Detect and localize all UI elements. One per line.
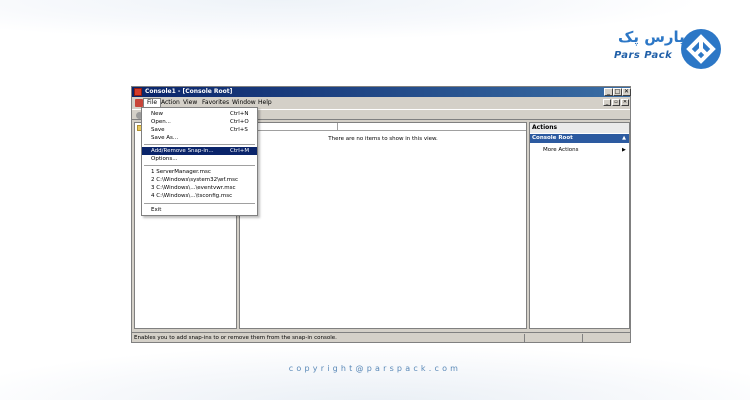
menu-item-label: New <box>151 111 163 117</box>
more-actions-item[interactable]: More Actions <box>543 147 578 153</box>
status-bar: Enables you to add snap-ins to or remove… <box>132 332 630 342</box>
empty-message: There are no items to show in this view. <box>328 136 438 142</box>
mdi-restore-button[interactable]: ▫ <box>612 99 620 106</box>
menu-item-recent-1[interactable]: 1 ServerManager.msc <box>142 168 257 176</box>
copyright-text: copyright@parspack.com <box>288 364 462 373</box>
brand-logo-icon <box>681 29 721 69</box>
menu-item-label: Options... <box>151 156 178 162</box>
maximize-button[interactable]: □ <box>613 88 622 96</box>
column-divider[interactable] <box>337 123 338 131</box>
menu-item-recent-2[interactable]: 2 C:\Windows\system32\wf.msc <box>142 176 257 184</box>
actions-title: Actions <box>530 123 629 133</box>
menu-item-exit[interactable]: Exit <box>142 206 257 214</box>
menu-item-label: Save <box>151 127 165 133</box>
menu-item-label: Open... <box>151 119 171 125</box>
window-title: Console1 - [Console Root] <box>145 88 233 95</box>
menu-separator <box>144 165 255 166</box>
menu-item-label: 1 ServerManager.msc <box>151 169 211 175</box>
menu-item-options[interactable]: Options... <box>142 155 257 163</box>
menu-separator <box>144 203 255 204</box>
menu-item-shortcut: Ctrl+O <box>230 119 249 125</box>
column-header[interactable] <box>240 123 526 131</box>
menu-item-label: 3 C:\Windows\...\eventvwr.msc <box>151 185 236 191</box>
menu-item-label: Exit <box>151 207 162 213</box>
menu-item-shortcut: Ctrl+M <box>230 148 250 154</box>
menu-item-shortcut: Ctrl+N <box>230 111 249 117</box>
menu-item-save-as[interactable]: Save As... <box>142 134 257 142</box>
brand-name-fa: پارس پک <box>618 28 685 46</box>
actions-section-console-root[interactable]: Console Root ▲ <box>530 134 629 143</box>
menu-item-shortcut: Ctrl+S <box>230 127 248 133</box>
status-divider <box>582 334 583 342</box>
menu-item-recent-3[interactable]: 3 C:\Windows\...\eventvwr.msc <box>142 184 257 192</box>
close-button[interactable]: ✕ <box>622 88 631 96</box>
brand: پارس پک Pars Pack <box>610 28 735 72</box>
menu-item-open[interactable]: Open... Ctrl+O <box>142 118 257 126</box>
menu-item-label: 2 C:\Windows\system32\wf.msc <box>151 177 238 183</box>
minimize-button[interactable]: _ <box>604 88 613 96</box>
status-divider <box>524 334 525 342</box>
mdi-minimize-button[interactable]: _ <box>603 99 611 106</box>
menu-window[interactable]: Window <box>232 99 256 107</box>
menu-item-save[interactable]: Save Ctrl+S <box>142 126 257 134</box>
results-pane[interactable]: There are no items to show in this view. <box>239 122 527 329</box>
menu-separator <box>144 144 255 145</box>
app-icon <box>134 88 142 96</box>
console-icon[interactable] <box>135 99 143 107</box>
mdi-close-button[interactable]: ✕ <box>621 99 629 106</box>
file-menu-dropdown: New Ctrl+N Open... Ctrl+O Save Ctrl+S Sa… <box>141 107 258 216</box>
actions-pane: Actions Console Root ▲ More Actions ▶ <box>529 122 630 329</box>
menu-item-new[interactable]: New Ctrl+N <box>142 110 257 118</box>
menu-item-recent-4[interactable]: 4 C:\Windows\...\tsconfig.msc <box>142 192 257 200</box>
menu-item-label: 4 C:\Windows\...\tsconfig.msc <box>151 193 233 199</box>
brand-name-en: Pars Pack <box>614 50 673 61</box>
menu-help[interactable]: Help <box>258 99 272 107</box>
menu-item-add-remove-snap-in[interactable]: Add/Remove Snap-in... Ctrl+M <box>142 147 257 155</box>
status-text: Enables you to add snap-ins to or remove… <box>134 335 337 341</box>
menu-favorites[interactable]: Favorites <box>202 99 229 107</box>
submenu-arrow-icon: ▶ <box>622 147 626 153</box>
menu-item-label: Save As... <box>151 135 179 141</box>
collapse-icon[interactable]: ▲ <box>622 134 626 143</box>
menu-action[interactable]: Action <box>161 99 180 107</box>
menu-item-label: Add/Remove Snap-in... <box>151 148 214 154</box>
title-bar[interactable]: Console1 - [Console Root] _ □ ✕ <box>132 87 631 97</box>
menu-view[interactable]: View <box>183 99 197 107</box>
actions-section-label: Console Root <box>532 135 573 141</box>
